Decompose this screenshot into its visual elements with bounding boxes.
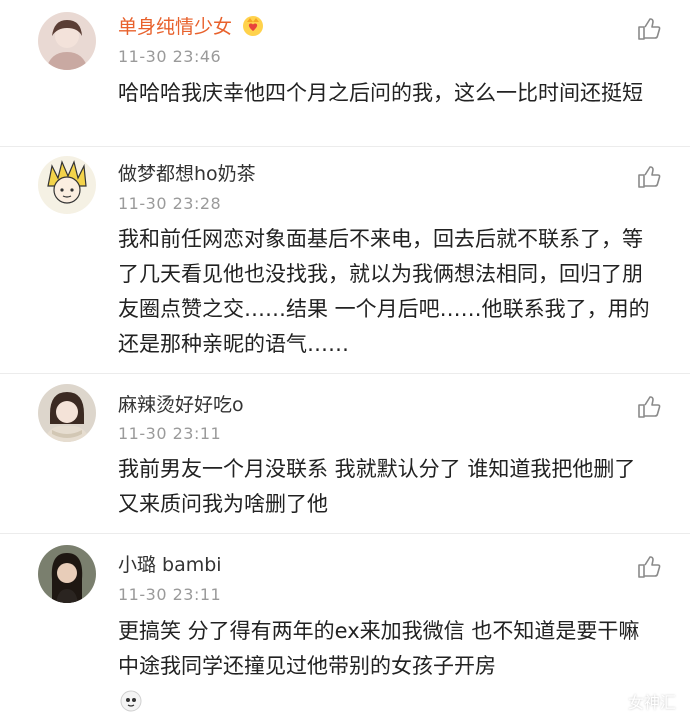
avatar[interactable]	[38, 545, 96, 603]
thumbs-up-icon[interactable]	[636, 164, 662, 190]
username[interactable]: 麻辣烫好好吃o	[118, 393, 244, 417]
thumbs-up-icon[interactable]	[636, 16, 662, 42]
watermark: 女神汇	[602, 689, 676, 713]
divider	[0, 533, 690, 534]
comment-text: 哈哈哈我庆幸他四个月之后问的我，这么一比时间还挺短	[118, 81, 643, 105]
avatar[interactable]	[120, 690, 142, 712]
thumbs-up-icon[interactable]	[636, 554, 662, 580]
comment-time: 11-30 23:11	[118, 424, 222, 443]
divider	[0, 373, 690, 374]
comment-time: 11-30 23:28	[118, 194, 222, 213]
username[interactable]: 做梦都想ho奶茶	[118, 162, 256, 186]
comment-time: 11-30 23:11	[118, 585, 222, 604]
comment-text: 更搞笑 分了得有两年的ex来加我微信 也不知道是要干嘛 中途我同学还撞见过他带别…	[118, 619, 640, 678]
crown-heart-icon	[243, 16, 264, 36]
comment-text: 我前男友一个月没联系 我就默认分了 谁知道我把他删了又来质问我为啥删了他	[118, 457, 636, 516]
divider	[0, 146, 690, 147]
avatar[interactable]	[38, 12, 96, 70]
watermark-text: 女神汇	[627, 693, 676, 712]
avatar[interactable]	[38, 156, 96, 214]
avatar[interactable]	[38, 384, 96, 442]
wechat-channel-icon	[603, 692, 621, 710]
username-text[interactable]: 单身纯情少女	[118, 16, 232, 38]
comment-text: 我和前任网恋对象面基后不来电，回去后就不联系了，等了几天看见他也没找我，就以为我…	[118, 227, 650, 356]
username[interactable]: 小璐 bambi	[118, 553, 222, 577]
thumbs-up-icon[interactable]	[636, 394, 662, 420]
comment-time: 11-30 23:46	[118, 47, 222, 66]
username[interactable]: 单身纯情少女	[118, 14, 264, 39]
